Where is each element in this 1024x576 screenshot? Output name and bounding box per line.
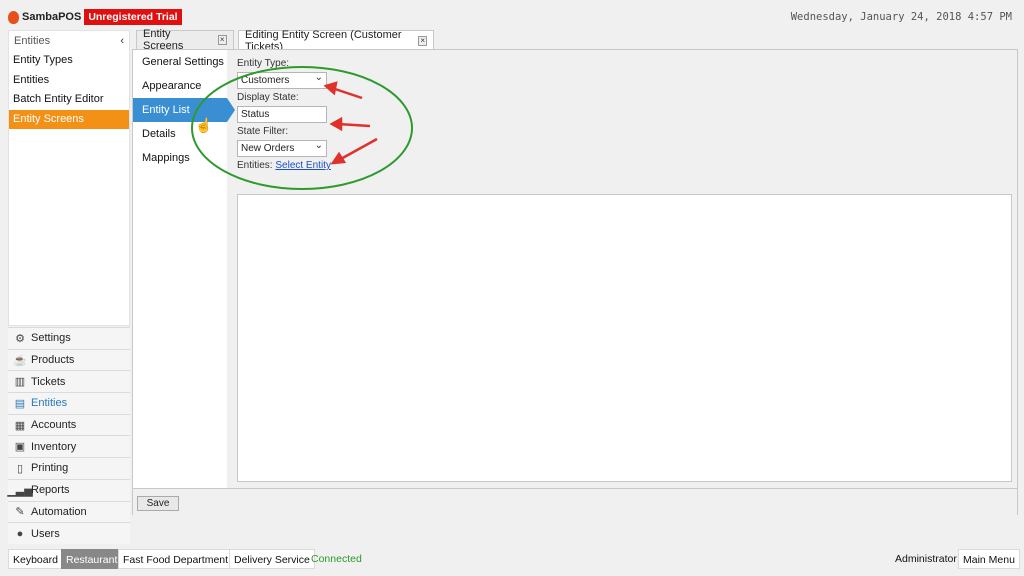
- nav-entities[interactable]: ▤ Entities: [8, 392, 130, 414]
- sidebar-title: Entities: [14, 35, 51, 47]
- nav-accounts[interactable]: ▦ Accounts: [8, 413, 130, 436]
- nav-users[interactable]: ● Users: [8, 522, 130, 544]
- subnav-general-settings[interactable]: General Settings: [133, 50, 227, 74]
- nav-label: Products: [31, 354, 75, 367]
- tab-editing-entity-screen[interactable]: Editing Entity Screen (Customer Tickets)…: [238, 29, 434, 53]
- entity-list-form: Entity Type: Customers Display State: St…: [237, 58, 331, 171]
- entities-label: Entities:: [237, 160, 273, 171]
- flame-icon: [8, 10, 19, 24]
- subnav-details[interactable]: Details: [133, 122, 227, 146]
- restaurant-button[interactable]: Restaurant: [61, 549, 123, 569]
- nav-automation[interactable]: ✎ Automation: [8, 500, 130, 523]
- sidebar: Entities ‹ Entity Types Entities Batch E…: [7, 30, 130, 544]
- nav-settings[interactable]: ⚙ Settings: [8, 327, 130, 349]
- coffee-icon: ☕: [13, 354, 27, 367]
- nav-inventory[interactable]: ▣ Inventory: [8, 435, 130, 458]
- display-state-label: Display State:: [237, 92, 299, 103]
- books-icon: ▥: [14, 376, 26, 389]
- connection-status: Connected: [311, 553, 362, 565]
- delivery-button[interactable]: Delivery Service: [229, 549, 315, 569]
- sidebar-item-entity-screens[interactable]: Entity Screens: [9, 109, 129, 129]
- nav-products[interactable]: ☕ Products: [8, 348, 130, 371]
- nav-label: Users: [31, 527, 60, 540]
- keyboard-button[interactable]: Keyboard: [8, 549, 63, 569]
- nav-label: Settings: [31, 332, 71, 345]
- save-bar: Save: [133, 488, 1017, 515]
- calculator-icon: ▦: [14, 419, 26, 432]
- nav-label: Inventory: [31, 440, 77, 453]
- datetime-display: Wednesday, January 24, 2018 4:57 PM: [790, 11, 1012, 23]
- settings-subnav: General Settings Appearance Entity List …: [133, 50, 235, 488]
- module-nav: ⚙ Settings ☕ Products ▥ Tickets ▤ Entiti…: [7, 327, 130, 544]
- sidebar-item-batch-entity-editor[interactable]: Batch Entity Editor: [9, 90, 129, 110]
- save-button[interactable]: Save: [137, 496, 179, 511]
- entity-list-area[interactable]: [237, 194, 1012, 482]
- department-button[interactable]: Fast Food Department: [118, 549, 234, 569]
- nav-label: Printing: [31, 462, 69, 475]
- hand-cursor-icon: ☝: [195, 117, 213, 133]
- close-icon[interactable]: ×: [418, 35, 427, 46]
- sidebar-item-entity-types[interactable]: Entity Types: [9, 51, 129, 71]
- display-state-input[interactable]: Status: [237, 106, 327, 123]
- app-name: SambaPOS: [22, 11, 82, 23]
- document-icon: ▯: [16, 462, 24, 475]
- subnav-appearance[interactable]: Appearance: [133, 74, 227, 98]
- tab-entity-screens[interactable]: Entity Screens ×: [136, 28, 234, 52]
- close-icon[interactable]: ×: [217, 35, 227, 45]
- nav-label: Tickets: [31, 375, 66, 388]
- select-entity-link[interactable]: Select Entity: [275, 160, 331, 171]
- bar-chart-icon: ▁▃▅: [7, 484, 33, 497]
- app-logo: SambaPOS Unregistered Trial: [8, 9, 182, 25]
- trial-badge: Unregistered Trial: [84, 9, 182, 25]
- nav-label: Entities: [31, 397, 68, 410]
- editor-panel: General Settings Appearance Entity List …: [132, 49, 1018, 515]
- user-icon: ●: [16, 527, 24, 540]
- sidebar-item-entities[interactable]: Entities: [9, 71, 129, 91]
- table-icon: ▤: [14, 397, 26, 410]
- sidebar-panel: Entities ‹ Entity Types Entities Batch E…: [8, 30, 130, 326]
- nav-label: Reports: [31, 484, 70, 497]
- chevron-left-icon[interactable]: ‹: [120, 35, 124, 47]
- sidebar-header: Entities ‹: [9, 31, 129, 51]
- gear-icon: ⚙: [15, 332, 25, 345]
- state-filter-select[interactable]: New Orders: [237, 138, 327, 157]
- nav-tickets[interactable]: ▥ Tickets: [8, 370, 130, 393]
- status-bar: Keyboard Restaurant Fast Food Department…: [0, 546, 1024, 572]
- subnav-mappings[interactable]: Mappings: [133, 146, 227, 170]
- main-menu-button[interactable]: Main Menu: [958, 549, 1020, 569]
- nav-label: Automation: [31, 505, 87, 518]
- pen-icon: ✎: [15, 506, 25, 519]
- subnav-entity-list[interactable]: Entity List: [133, 98, 235, 122]
- nav-printing[interactable]: ▯ Printing: [8, 457, 130, 479]
- boxes-icon: ▣: [14, 441, 26, 454]
- entity-type-select[interactable]: Customers: [237, 70, 327, 89]
- nav-label: Accounts: [31, 419, 77, 432]
- nav-reports[interactable]: ▁▃▅ Reports: [7, 478, 130, 501]
- current-user: Administrator: [895, 553, 957, 565]
- entities-row: Entities: Select Entity: [237, 160, 331, 171]
- title-bar: SambaPOS Unregistered Trial Wednesday, J…: [0, 0, 1024, 30]
